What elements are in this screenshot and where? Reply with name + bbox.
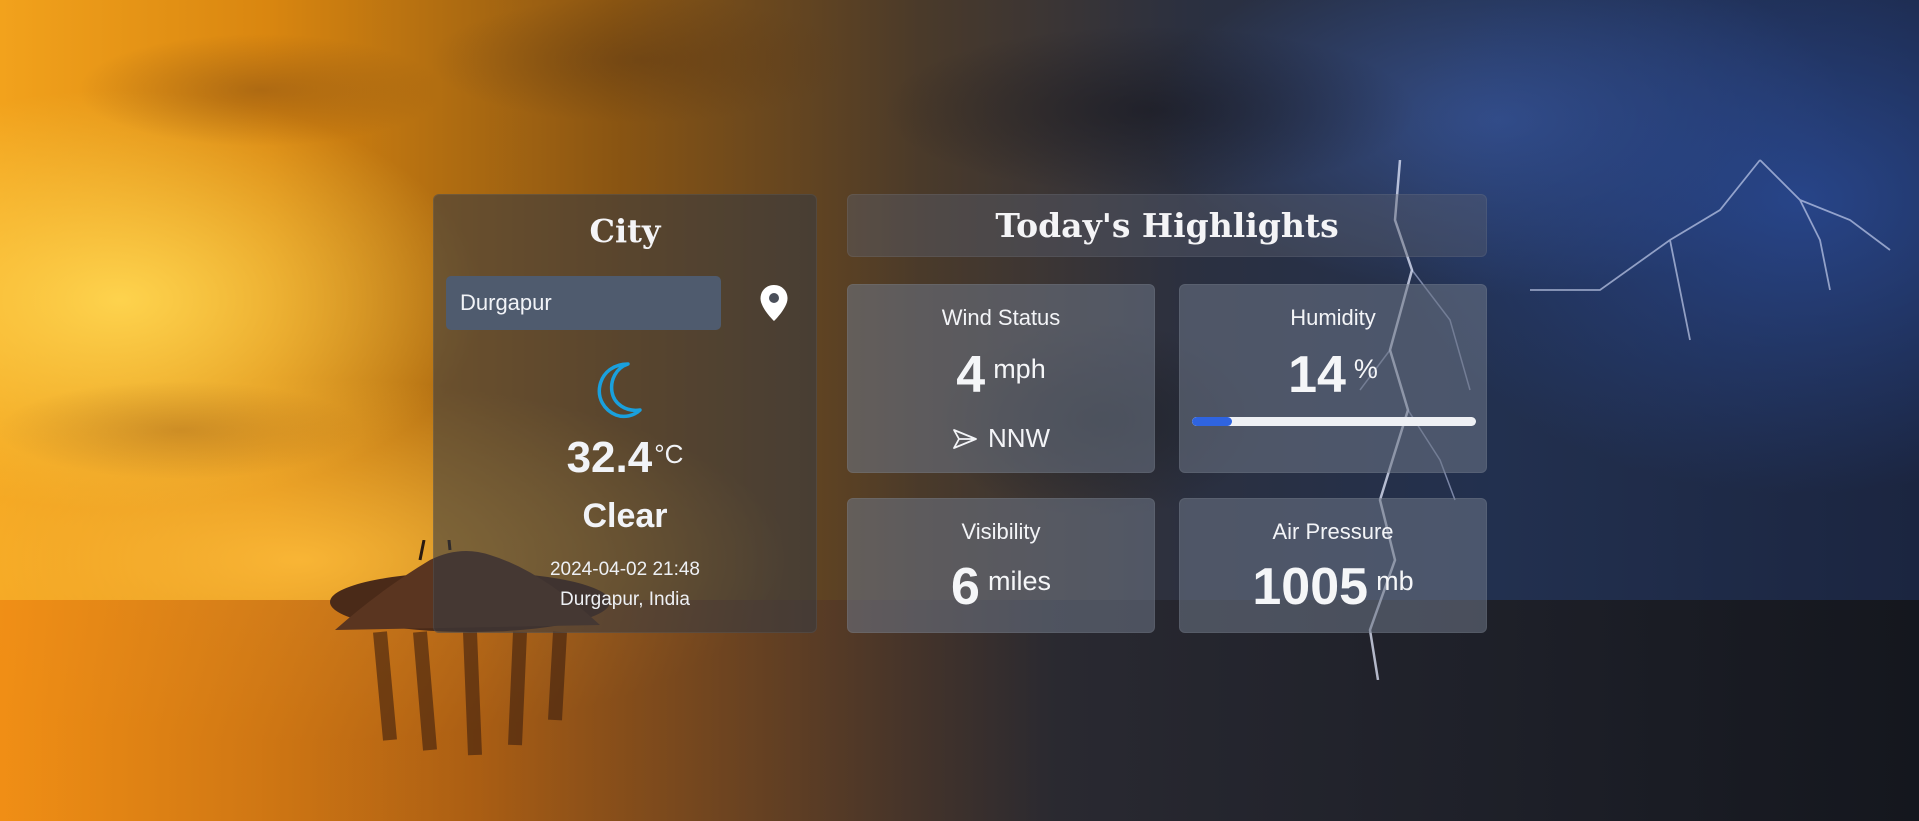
air-pressure-display: 1005 mb: [1180, 557, 1486, 617]
city-search-input[interactable]: [446, 276, 721, 330]
air-pressure-title: Air Pressure: [1272, 519, 1394, 544]
map-pin-icon: [760, 285, 788, 321]
wind-status-title: Wind Status: [941, 305, 1061, 330]
wind-direction: NNW: [848, 423, 1154, 454]
city-panel: City 32.4°C Clear 2024-04-02 21:48 Durga…: [433, 194, 817, 633]
wind-speed-value: 4: [956, 346, 986, 404]
search-row: [446, 276, 806, 330]
weather-condition: Clear: [582, 497, 668, 535]
humidity-unit: %: [1353, 354, 1378, 384]
humidity-display: 14%: [1180, 345, 1486, 405]
air-pressure-value: 1005: [1252, 558, 1369, 616]
wind-direction-label: NNW: [987, 423, 1051, 453]
local-datetime: 2024-04-02 21:48: [549, 559, 700, 580]
highlights-header: Today's Highlights: [847, 194, 1487, 257]
air-pressure-unit: mb: [1376, 566, 1414, 596]
temperature-unit: °C: [654, 439, 684, 469]
temperature-display: 32.4°C: [434, 433, 816, 483]
current-location-button[interactable]: [756, 283, 792, 323]
wind-status-card: Wind Status 4 mph NNW: [847, 284, 1155, 473]
humidity-card: Humidity 14%: [1179, 284, 1487, 473]
temperature-value: 32.4: [566, 433, 653, 482]
city-panel-title: City: [589, 212, 661, 250]
air-pressure-card: Air Pressure 1005 mb: [1179, 498, 1487, 633]
humidity-progress-bar: [1192, 417, 1476, 426]
highlights-title: Today's Highlights: [995, 206, 1339, 245]
humidity-title: Humidity: [1290, 305, 1376, 330]
wind-speed: 4 mph: [848, 345, 1154, 405]
crescent-moon-icon: [597, 362, 642, 419]
visibility-unit: miles: [987, 566, 1051, 596]
lightning-bolt-right: [1530, 159, 1891, 341]
wind-speed-unit: mph: [993, 354, 1046, 384]
navigation-arrow-icon: [953, 428, 977, 449]
visibility-title: Visibility: [961, 519, 1041, 544]
location-label: Durgapur, India: [560, 589, 690, 610]
visibility-value: 6: [951, 558, 980, 616]
visibility-display: 6 miles: [848, 557, 1154, 617]
humidity-value: 14: [1288, 346, 1346, 404]
visibility-card: Visibility 6 miles: [847, 498, 1155, 633]
humidity-progress-fill: [1192, 417, 1232, 426]
